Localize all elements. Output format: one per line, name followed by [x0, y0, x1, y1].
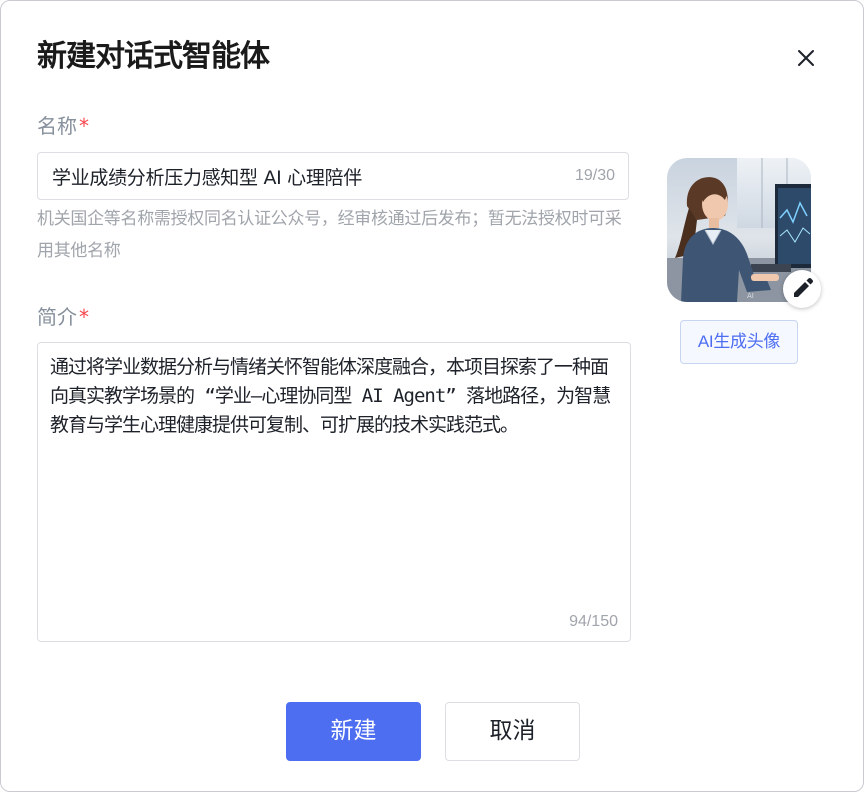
name-input-wrapper: 19/30: [37, 152, 629, 200]
description-char-counter: 94/150: [569, 613, 618, 630]
description-label-text: 简介: [37, 305, 77, 329]
create-button[interactable]: 新建: [286, 702, 421, 761]
name-label: 名称 *: [37, 112, 89, 140]
required-mark: *: [79, 305, 89, 329]
pencil-icon: [794, 277, 814, 297]
name-input[interactable]: [52, 153, 552, 199]
name-label-text: 名称: [37, 114, 77, 138]
avatar-section: AI: [667, 158, 821, 308]
description-input-wrapper: 通过将学业数据分析与情绪关怀智能体深度融合，本项目探索了一种面向真实教学场景的 …: [37, 342, 631, 642]
cancel-button[interactable]: 取消: [445, 702, 580, 761]
dialog-title: 新建对话式智能体: [37, 39, 270, 74]
svg-text:AI: AI: [747, 292, 754, 300]
required-mark: *: [79, 114, 89, 138]
description-label: 简介 *: [37, 303, 89, 331]
name-hint: 机关国企等名称需授权同名认证公众号，经审核通过后发布；暂无法授权时可采用其他名称: [37, 209, 622, 261]
description-textarea[interactable]: 通过将学业数据分析与情绪关怀智能体深度融合，本项目探索了一种面向真实教学场景的 …: [50, 353, 620, 603]
name-char-counter: 19/30: [574, 167, 615, 184]
ai-generate-avatar-button[interactable]: AI生成头像: [680, 320, 798, 364]
close-icon: [798, 50, 814, 66]
close-button[interactable]: [791, 43, 821, 73]
create-agent-dialog: 新建对话式智能体 名称* 19/30 机关国企等名称需授权同名认证公众号，经审核…: [0, 0, 864, 792]
edit-avatar-button[interactable]: [783, 270, 821, 308]
